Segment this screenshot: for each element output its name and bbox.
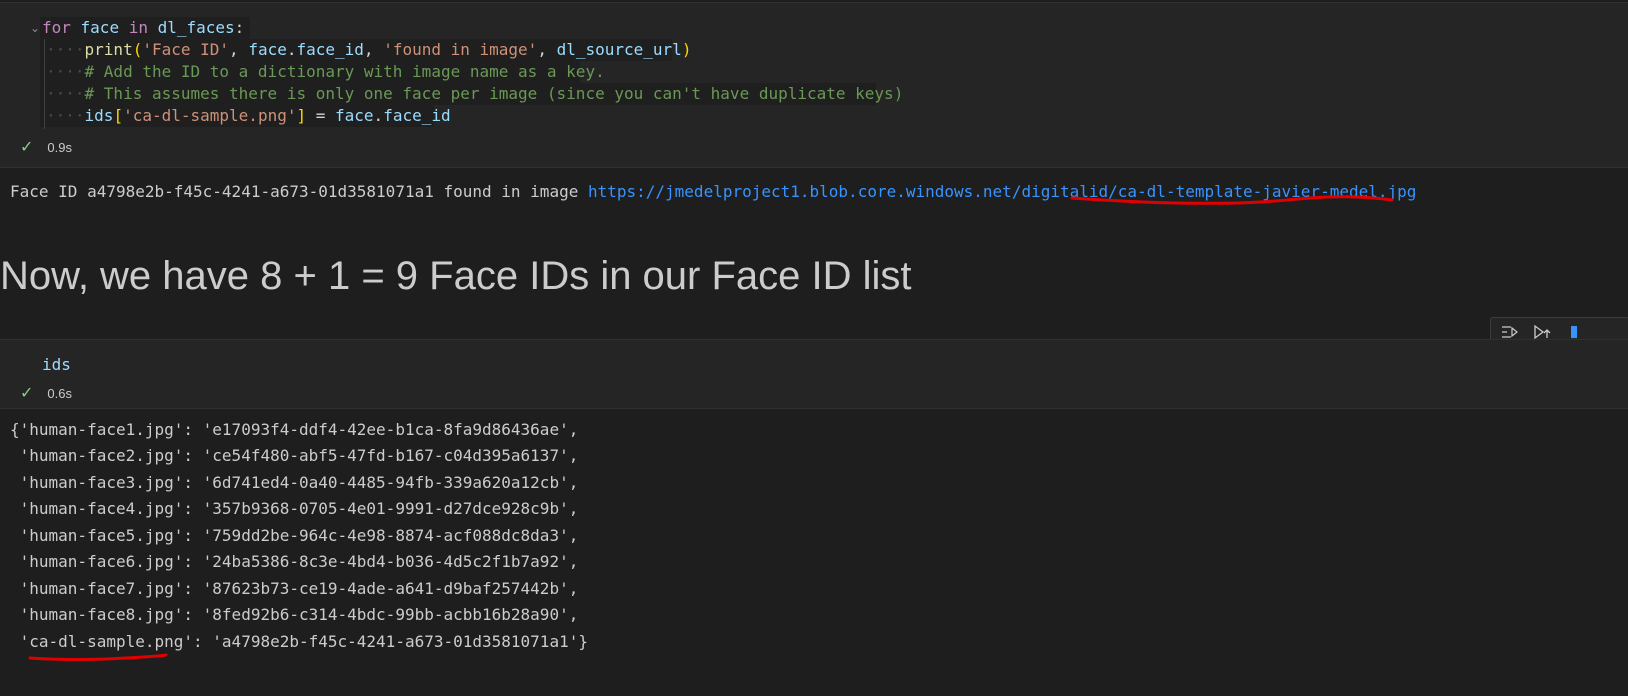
output-text: Face ID a4798e2b-f45c-4241-a673-01d35810… [10,182,588,201]
code-cell-1[interactable]: ⌄ for face in dl_faces: ····print('Face … [0,2,1628,168]
code-line-ids: ids [42,355,71,374]
code-line-4: ····# This assumes there is only one fac… [46,84,904,103]
dict-output-line: {'human-face1.jpg': 'e17093f4-ddf4-42ee-… [10,420,579,439]
execution-time: 0.6s [47,385,72,401]
dict-output-line: 'human-face4.jpg': '357b9368-0705-4e01-9… [10,499,579,518]
dict-output-line: 'ca-dl-sample.png': 'a4798e2b-f45c-4241-… [10,632,588,651]
code-line-2: ····print('Face ID', face.face_id, 'foun… [46,40,692,59]
cell-status-2: ✓ 0.6s [20,383,72,403]
cell-status-1: ✓ 0.9s [20,137,72,157]
annotation-underline-key [28,653,168,661]
dict-output-line: 'human-face5.jpg': '759dd2be-964c-4e98-8… [10,526,579,545]
annotation-underline-url [1070,195,1394,205]
dict-output-line: 'human-face3.jpg': '6d741ed4-0a40-4485-9… [10,473,579,492]
code-line-5: ····ids['ca-dl-sample.png'] = face.face_… [46,106,451,125]
markdown-heading: Now, we have 8 + 1 = 9 Face IDs in our F… [0,254,912,298]
dict-output-line: 'human-face8.jpg': '8fed92b6-c314-4bdc-9… [10,605,579,624]
fold-chevron-icon[interactable]: ⌄ [30,21,40,35]
success-check-icon: ✓ [20,139,34,156]
execution-time: 0.9s [47,139,72,155]
indent-guide [44,39,45,129]
success-check-icon: ✓ [20,385,34,402]
code-line-1: for face in dl_faces: [42,18,245,37]
dict-output-line: 'human-face2.jpg': 'ce54f480-abf5-47fd-b… [10,446,579,465]
code-line-3: ····# Add the ID to a dictionary with im… [46,62,605,81]
dict-output-line: 'human-face6.jpg': '24ba5386-8c3e-4bd4-b… [10,552,579,571]
dict-output-line: 'human-face7.jpg': '87623b73-ce19-4ade-a… [10,579,579,598]
code-cell-2[interactable]: ids ✓ 0.6s [0,339,1628,409]
